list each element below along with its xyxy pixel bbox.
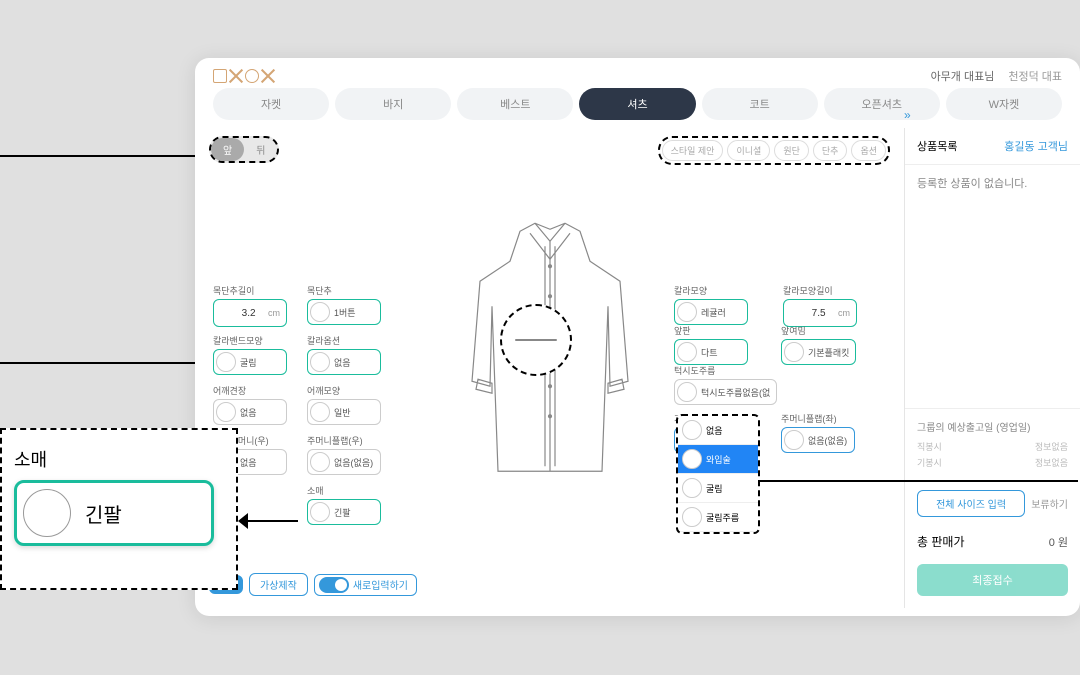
btn-reset-label: 새로입력하기	[353, 577, 408, 592]
app-window: 아무개 대표님 천정덕 대표 자켓 바지 베스트 셔츠 코트 오픈셔츠 W자켓 …	[195, 58, 1080, 616]
opt-sleeve[interactable]: 소매 긴팔	[307, 484, 381, 525]
sp-size-row: 전체 사이즈 입력 보류하기	[905, 482, 1080, 525]
sp-empty: 등록한 상품이 없습니다.	[905, 165, 1080, 201]
tab-coat[interactable]: 코트	[702, 88, 818, 120]
logo	[213, 69, 275, 83]
dd-item-round[interactable]: 굴림	[678, 474, 758, 503]
btn-size-input[interactable]: 전체 사이즈 입력	[917, 490, 1025, 517]
dd-item-none[interactable]: 없음	[678, 416, 758, 445]
tool-pills: 스타일 제안 이니셜 원단 단추 옵션	[658, 136, 890, 165]
sp-list-title: 상품목록	[917, 138, 957, 154]
tab-shirt[interactable]: 셔츠	[579, 88, 695, 120]
user-secondary[interactable]: 천정덕 대표	[1008, 68, 1062, 84]
tab-pants[interactable]: 바지	[335, 88, 451, 120]
anno-line-1	[0, 155, 208, 157]
opt-neck-button[interactable]: 목단추 1버튼	[307, 284, 381, 325]
opt-placket[interactable]: 앞여밈 기본플래킷	[781, 324, 856, 365]
callout-title: 소매	[14, 446, 224, 472]
arrow-head-icon	[238, 513, 248, 529]
anno-arrow	[240, 520, 298, 522]
tool-fabric[interactable]: 원단	[774, 140, 809, 161]
callout-value[interactable]: 긴팔	[14, 480, 214, 546]
side-panel: 상품목록 홍길동 고객님 등록한 상품이 없습니다. 그룹의 예상출고일 (영업…	[904, 128, 1080, 608]
opt-tuxedo[interactable]: 턱시도주름 턱시도주름없음(없	[674, 364, 777, 405]
opt-collar-option[interactable]: 칼라옵션 없음	[307, 334, 381, 375]
bottom-actions: 가상제작 새로입력하기	[209, 573, 417, 596]
opt-flap-r[interactable]: 주머니플랩(우) 없음(없음)	[307, 434, 381, 475]
tool-style[interactable]: 스타일 제안	[662, 140, 724, 161]
category-tabs: 자켓 바지 베스트 셔츠 코트 오픈셔츠 W자켓	[195, 88, 1080, 128]
btn-submit[interactable]: 최종접수	[917, 564, 1068, 596]
header-bar: 아무개 대표님 천정덕 대표	[195, 58, 1080, 88]
tool-option[interactable]: 옵션	[851, 140, 886, 161]
tool-button[interactable]: 단추	[813, 140, 848, 161]
header-users: 아무개 대표님 천정덕 대표	[931, 68, 1062, 84]
opt-shoulder-shape[interactable]: 어깨모양 일반	[307, 384, 381, 425]
opt-collar-band[interactable]: 칼라밴드모양 굴림	[213, 334, 287, 375]
pocket-dropdown: 없음 와입술 굴림 굴림주름	[676, 414, 760, 534]
zoom-pocket-detail	[500, 304, 572, 376]
callout-icon	[23, 489, 71, 537]
btn-hold[interactable]: 보류하기	[1031, 490, 1068, 517]
opt-flap-l[interactable]: 주머니플랩(좌) 없음(없음)	[781, 412, 855, 453]
btn-virtual[interactable]: 가상제작	[249, 573, 308, 596]
tab-open-shirt[interactable]: 오픈셔츠	[824, 88, 940, 120]
tool-initial[interactable]: 이니셜	[727, 140, 770, 161]
anno-line-3	[758, 480, 1078, 482]
tab-jacket[interactable]: 자켓	[213, 88, 329, 120]
opt-collar-shape-len[interactable]: 칼라모양길이 7.5 cm	[783, 284, 857, 327]
dd-item-round-pleat[interactable]: 굴림주름	[678, 503, 758, 532]
view-back[interactable]: 뒤	[244, 138, 277, 161]
callout-sleeve: 소매 긴팔	[0, 428, 238, 590]
opt-front-panel[interactable]: 앞판 다트	[674, 324, 748, 365]
dd-item-welt[interactable]: 와입술	[678, 445, 758, 474]
panel-collapse-icon[interactable]: »	[904, 108, 911, 122]
view-toggle: 앞 뒤	[209, 136, 279, 163]
opt-neck-button-len[interactable]: 목단추길이 3.2 cm	[213, 284, 287, 327]
main-layout: 앞 뒤 스타일 제안 이니셜 원단 단추 옵션	[195, 128, 1080, 608]
sp-customer[interactable]: 홍길동 고객님	[1004, 138, 1068, 154]
sp-header: 상품목록 홍길동 고객님	[905, 128, 1080, 165]
view-front[interactable]: 앞	[211, 138, 244, 161]
tab-vest[interactable]: 베스트	[457, 88, 573, 120]
tab-w-jacket[interactable]: W자켓	[946, 88, 1062, 120]
sp-total: 총 판매가 0 원	[905, 525, 1080, 558]
toggle-reset[interactable]	[319, 577, 349, 593]
user-primary[interactable]: 아무개 대표님	[931, 68, 995, 84]
opt-shoulder-pad[interactable]: 어깨견장 없음	[213, 384, 287, 425]
opt-collar-shape[interactable]: 칼라모양 레귤러	[674, 284, 748, 325]
sp-shipping: 그룹의 예상출고일 (영업일) 직봉시정보없음 기봉시정보없음	[905, 408, 1080, 482]
